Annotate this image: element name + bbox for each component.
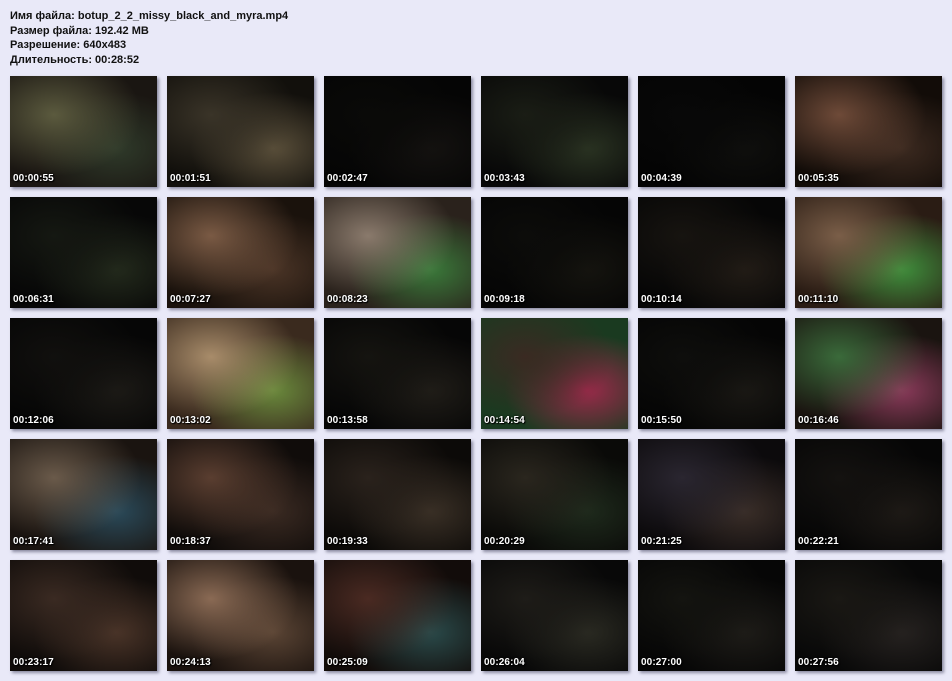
- video-frame-thumbnail[interactable]: 00:05:35: [795, 76, 942, 187]
- frame-timestamp: 00:20:29: [484, 536, 525, 547]
- frame-image: [10, 76, 157, 187]
- frame-timestamp: 00:12:06: [13, 415, 54, 426]
- resolution-line: Разрешение: 640x483: [10, 39, 127, 51]
- frame-image: [795, 439, 942, 550]
- frame-timestamp: 00:22:21: [798, 536, 839, 547]
- thumbnail-grid: 00:00:55 00:01:51 00:02:47 00:03:43 00:04:39…: [10, 76, 947, 671]
- video-frame-thumbnail[interactable]: 00:14:54: [481, 318, 628, 429]
- frame-image: [795, 560, 942, 671]
- video-frame-thumbnail[interactable]: 00:20:29: [481, 439, 628, 550]
- file-size-line: Размер файла: 192.42 MB: [10, 24, 149, 37]
- frame-image: [795, 197, 942, 308]
- frame-timestamp: 00:11:10: [798, 294, 839, 305]
- frame-timestamp: 00:02:47: [327, 173, 368, 184]
- frame-image: [324, 439, 471, 550]
- frame-timestamp: 00:18:37: [170, 536, 211, 547]
- duration-line: Длительность: 00:28:52: [10, 53, 140, 66]
- frame-image: [10, 560, 157, 671]
- frame-timestamp: 00:27:00: [641, 657, 682, 668]
- frame-image: [324, 76, 471, 187]
- video-frame-thumbnail[interactable]: 00:11:10: [795, 197, 942, 308]
- video-frame-thumbnail[interactable]: 00:25:09: [324, 560, 471, 671]
- frame-timestamp: 00:17:41: [13, 536, 54, 547]
- frame-timestamp: 00:05:35: [798, 173, 839, 184]
- video-frame-thumbnail[interactable]: 00:19:33: [324, 439, 471, 550]
- frame-timestamp: 00:04:39: [641, 173, 682, 184]
- video-frame-thumbnail[interactable]: 00:26:04: [481, 560, 628, 671]
- frame-image: [795, 76, 942, 187]
- video-frame-thumbnail[interactable]: 00:03:43: [481, 76, 628, 187]
- video-frame-thumbnail[interactable]: 00:24:13: [167, 560, 314, 671]
- frame-timestamp: 00:21:25: [641, 536, 682, 547]
- frame-timestamp: 00:27:56: [798, 657, 839, 668]
- frame-timestamp: 00:00:55: [13, 173, 54, 184]
- video-frame-thumbnail[interactable]: 00:07:27: [167, 197, 314, 308]
- frame-timestamp: 00:19:33: [327, 536, 368, 547]
- frame-image: [10, 197, 157, 308]
- video-frame-thumbnail[interactable]: 00:06:31: [10, 197, 157, 308]
- video-frame-thumbnail[interactable]: 00:21:25: [638, 439, 785, 550]
- frame-image: [481, 318, 628, 429]
- frame-image: [481, 197, 628, 308]
- frame-timestamp: 00:09:18: [484, 294, 525, 305]
- frame-image: [324, 560, 471, 671]
- frame-image: [481, 439, 628, 550]
- frame-image: [167, 76, 314, 187]
- frame-timestamp: 00:26:04: [484, 657, 525, 668]
- frame-image: [638, 560, 785, 671]
- frame-image: [481, 76, 628, 187]
- frame-timestamp: 00:16:46: [798, 415, 839, 426]
- frame-timestamp: 00:14:54: [484, 415, 525, 426]
- video-frame-thumbnail[interactable]: 00:00:55: [10, 76, 157, 187]
- frame-timestamp: 00:10:14: [641, 294, 682, 305]
- frame-image: [324, 197, 471, 308]
- video-frame-thumbnail[interactable]: 00:02:47: [324, 76, 471, 187]
- video-frame-thumbnail[interactable]: 00:10:14: [638, 197, 785, 308]
- video-frame-thumbnail[interactable]: 00:13:02: [167, 318, 314, 429]
- video-frame-thumbnail[interactable]: 00:27:00: [638, 560, 785, 671]
- file-name-line: Имя файла: botup_2_2_missy_black_and_myr…: [10, 10, 289, 22]
- video-frame-thumbnail[interactable]: 00:04:39: [638, 76, 785, 187]
- frame-timestamp: 00:25:09: [327, 657, 368, 668]
- video-frame-thumbnail[interactable]: 00:27:56: [795, 560, 942, 671]
- frame-image: [324, 318, 471, 429]
- video-frame-thumbnail[interactable]: 00:13:58: [324, 318, 471, 429]
- frame-timestamp: 00:07:27: [170, 294, 211, 305]
- video-frame-thumbnail[interactable]: 00:23:17: [10, 560, 157, 671]
- frame-image: [638, 197, 785, 308]
- frame-timestamp: 00:24:13: [170, 657, 211, 668]
- frame-timestamp: 00:06:31: [13, 294, 54, 305]
- frame-image: [638, 76, 785, 187]
- frame-timestamp: 00:13:02: [170, 415, 211, 426]
- video-frame-thumbnail[interactable]: 00:08:23: [324, 197, 471, 308]
- frame-image: [10, 439, 157, 550]
- frame-image: [167, 560, 314, 671]
- frame-timestamp: 00:03:43: [484, 173, 525, 184]
- frame-image: [10, 318, 157, 429]
- frame-image: [795, 318, 942, 429]
- frame-timestamp: 00:23:17: [13, 657, 54, 668]
- file-info-panel: Имя файла: botup_2_2_missy_black_and_myr…: [10, 9, 288, 67]
- video-frame-thumbnail[interactable]: 00:12:06: [10, 318, 157, 429]
- video-frame-thumbnail[interactable]: 00:17:41: [10, 439, 157, 550]
- frame-image: [167, 439, 314, 550]
- video-frame-thumbnail[interactable]: 00:09:18: [481, 197, 628, 308]
- video-frame-thumbnail[interactable]: 00:18:37: [167, 439, 314, 550]
- frame-image: [638, 318, 785, 429]
- frame-timestamp: 00:15:50: [641, 415, 682, 426]
- frame-timestamp: 00:01:51: [170, 173, 211, 184]
- frame-image: [638, 439, 785, 550]
- video-frame-thumbnail[interactable]: 00:16:46: [795, 318, 942, 429]
- frame-image: [167, 197, 314, 308]
- frame-timestamp: 00:08:23: [327, 294, 368, 305]
- frame-timestamp: 00:13:58: [327, 415, 368, 426]
- video-frame-thumbnail[interactable]: 00:22:21: [795, 439, 942, 550]
- video-frame-thumbnail[interactable]: 00:01:51: [167, 76, 314, 187]
- frame-image: [167, 318, 314, 429]
- video-frame-thumbnail[interactable]: 00:15:50: [638, 318, 785, 429]
- frame-image: [481, 560, 628, 671]
